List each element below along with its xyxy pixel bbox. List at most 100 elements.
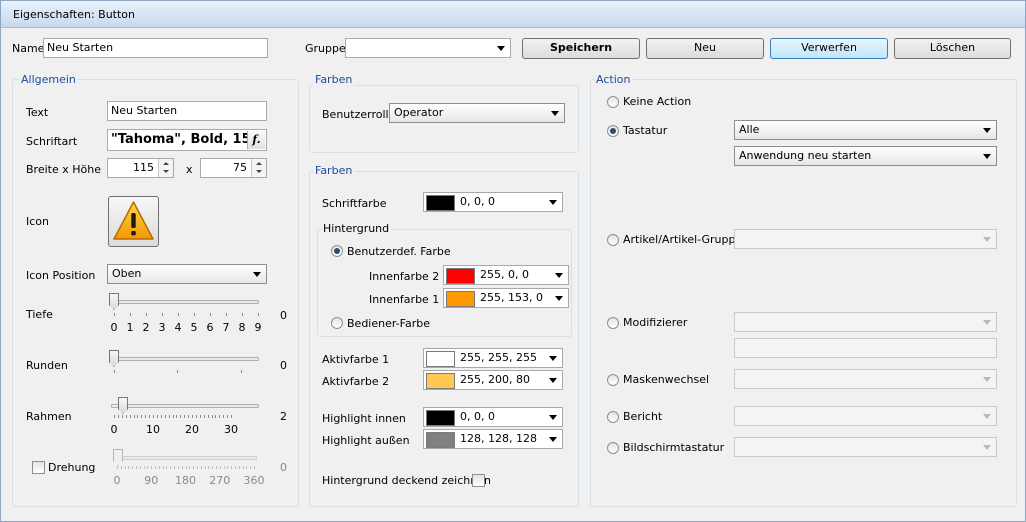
slider-tick [226,313,227,316]
slider-tick-label: 30 [224,423,238,436]
custom-color-radio[interactable] [331,245,343,257]
slider-minor-tick [156,415,158,418]
slider-tick-label: 270 [209,474,231,487]
screen-keyboard-radio[interactable] [607,442,619,454]
new-button[interactable]: Neu [646,38,764,59]
rotation-checkbox[interactable] [32,461,45,474]
slider-minor-tick [172,415,174,418]
depth-slider-track[interactable] [111,300,259,304]
modifier-radio[interactable] [607,317,619,329]
keyboard-select[interactable]: Alle [734,120,997,140]
highlight-outer-picker[interactable]: 128, 128, 128 [423,429,563,449]
active-color1-picker[interactable]: 255, 255, 255 [423,348,563,368]
group-select[interactable] [345,38,511,58]
slider-minor-tick [155,466,157,469]
slider-tick [210,313,211,316]
width-spinner[interactable]: 115 [107,158,174,178]
operator-color-radio[interactable] [331,317,343,329]
round-slider-track[interactable] [111,357,259,361]
rotation-slider-track[interactable] [115,456,257,460]
text-input[interactable]: Neu Starten [107,101,267,121]
rotation-label: Drehung [48,461,96,474]
slider-tick [242,313,243,316]
slider-minor-tick [120,466,122,469]
inner-color2-picker[interactable]: 255, 0, 0 [443,265,569,285]
operator-color-label: Bediener-Farbe [347,317,430,330]
properties-window: Eigenschaften: Button Name Neu Starten G… [0,0,1026,522]
inner-color1-picker[interactable]: 255, 153, 0 [443,288,569,308]
slider-minor-tick [242,466,244,469]
slider-minor-tick [188,415,190,418]
slider-minor-tick [184,415,186,418]
report-select[interactable] [734,406,997,426]
modifier-label: Modifizierer [623,316,688,329]
custom-color-label: Benutzerdef. Farbe [347,245,451,258]
slider-tick-label: 10 [146,423,160,436]
delete-button[interactable]: Löschen [894,38,1011,59]
chevron-down-icon [549,200,557,205]
slider-minor-tick [199,415,201,418]
slider-minor-tick [193,466,195,469]
opaque-background-label: Hintergrund deckend zeichnen [322,474,491,487]
highlight-inner-swatch [426,410,455,426]
font-color-picker[interactable]: 0, 0, 0 [423,192,563,212]
chevron-down-icon [983,320,991,325]
mask-change-radio[interactable] [607,374,619,386]
slider-minor-tick [117,415,119,418]
slider-minor-tick [189,466,191,469]
keyboard-command-select[interactable]: Anwendung neu starten [734,146,997,166]
icon-button[interactable] [108,196,159,247]
chevron-down-icon [983,237,991,242]
slider-minor-tick [124,466,126,469]
group-label: Gruppe [305,42,346,55]
background-title: Hintergrund [321,222,392,235]
text-label: Text [26,106,49,119]
active-color2-picker[interactable]: 255, 200, 80 [423,370,563,390]
keyboard-radio[interactable] [607,125,619,137]
font-dialog-icon[interactable]: f. [247,131,265,149]
screen-keyboard-select[interactable] [734,437,997,457]
article-radio[interactable] [607,234,619,246]
slider-minor-tick [238,466,240,469]
highlight-inner-picker[interactable]: 0, 0, 0 [423,407,563,427]
height-spinner[interactable]: 75 [200,158,267,178]
slider-minor-tick [132,466,134,469]
rotation-value: 0 [280,461,287,474]
modifier-select[interactable] [734,312,997,332]
slider-minor-tick [227,415,229,418]
chevron-down-icon [983,414,991,419]
name-input[interactable]: Neu Starten [43,38,268,58]
slider-minor-tick [164,415,166,418]
slider-tick [146,313,147,316]
icon-label: Icon [26,215,49,228]
spinner-arrows-icon[interactable] [158,159,173,177]
font-value: "Tahoma", Bold, 15 [111,132,251,147]
slider-minor-tick [212,466,214,469]
report-radio[interactable] [607,411,619,423]
article-select[interactable] [734,229,997,249]
user-role-select[interactable]: Operator [389,103,565,123]
mask-change-select[interactable] [734,369,997,389]
font-picker[interactable]: "Tahoma", Bold, 15 f. [107,129,267,151]
opaque-background-checkbox[interactable] [472,474,485,487]
frame-value: 2 [280,410,287,423]
slider-minor-tick [196,466,198,469]
save-button[interactable]: Speichern [522,38,640,59]
slider-minor-tick [153,415,154,418]
active-color1-label: Aktivfarbe 1 [322,353,390,366]
slider-minor-tick [139,466,141,469]
round-value: 0 [280,359,287,372]
inner-color2-label: Innenfarbe 2 [369,270,440,283]
discard-button[interactable]: Verwerfen [770,38,888,59]
spinner-arrows-icon[interactable] [251,159,266,177]
highlight-outer-swatch [426,432,455,448]
slider-minor-tick [121,415,123,418]
no-action-radio[interactable] [607,96,619,108]
frame-slider-track[interactable] [111,404,259,408]
inner-color1-label: Innenfarbe 1 [369,293,440,306]
inner-color1-swatch [446,291,475,307]
screen-keyboard-label: Bildschirmtastatur [623,441,725,454]
icon-position-select[interactable]: Oben [107,264,267,284]
modifier-input[interactable] [734,338,997,358]
slider-tick-label: 0 [110,423,118,436]
